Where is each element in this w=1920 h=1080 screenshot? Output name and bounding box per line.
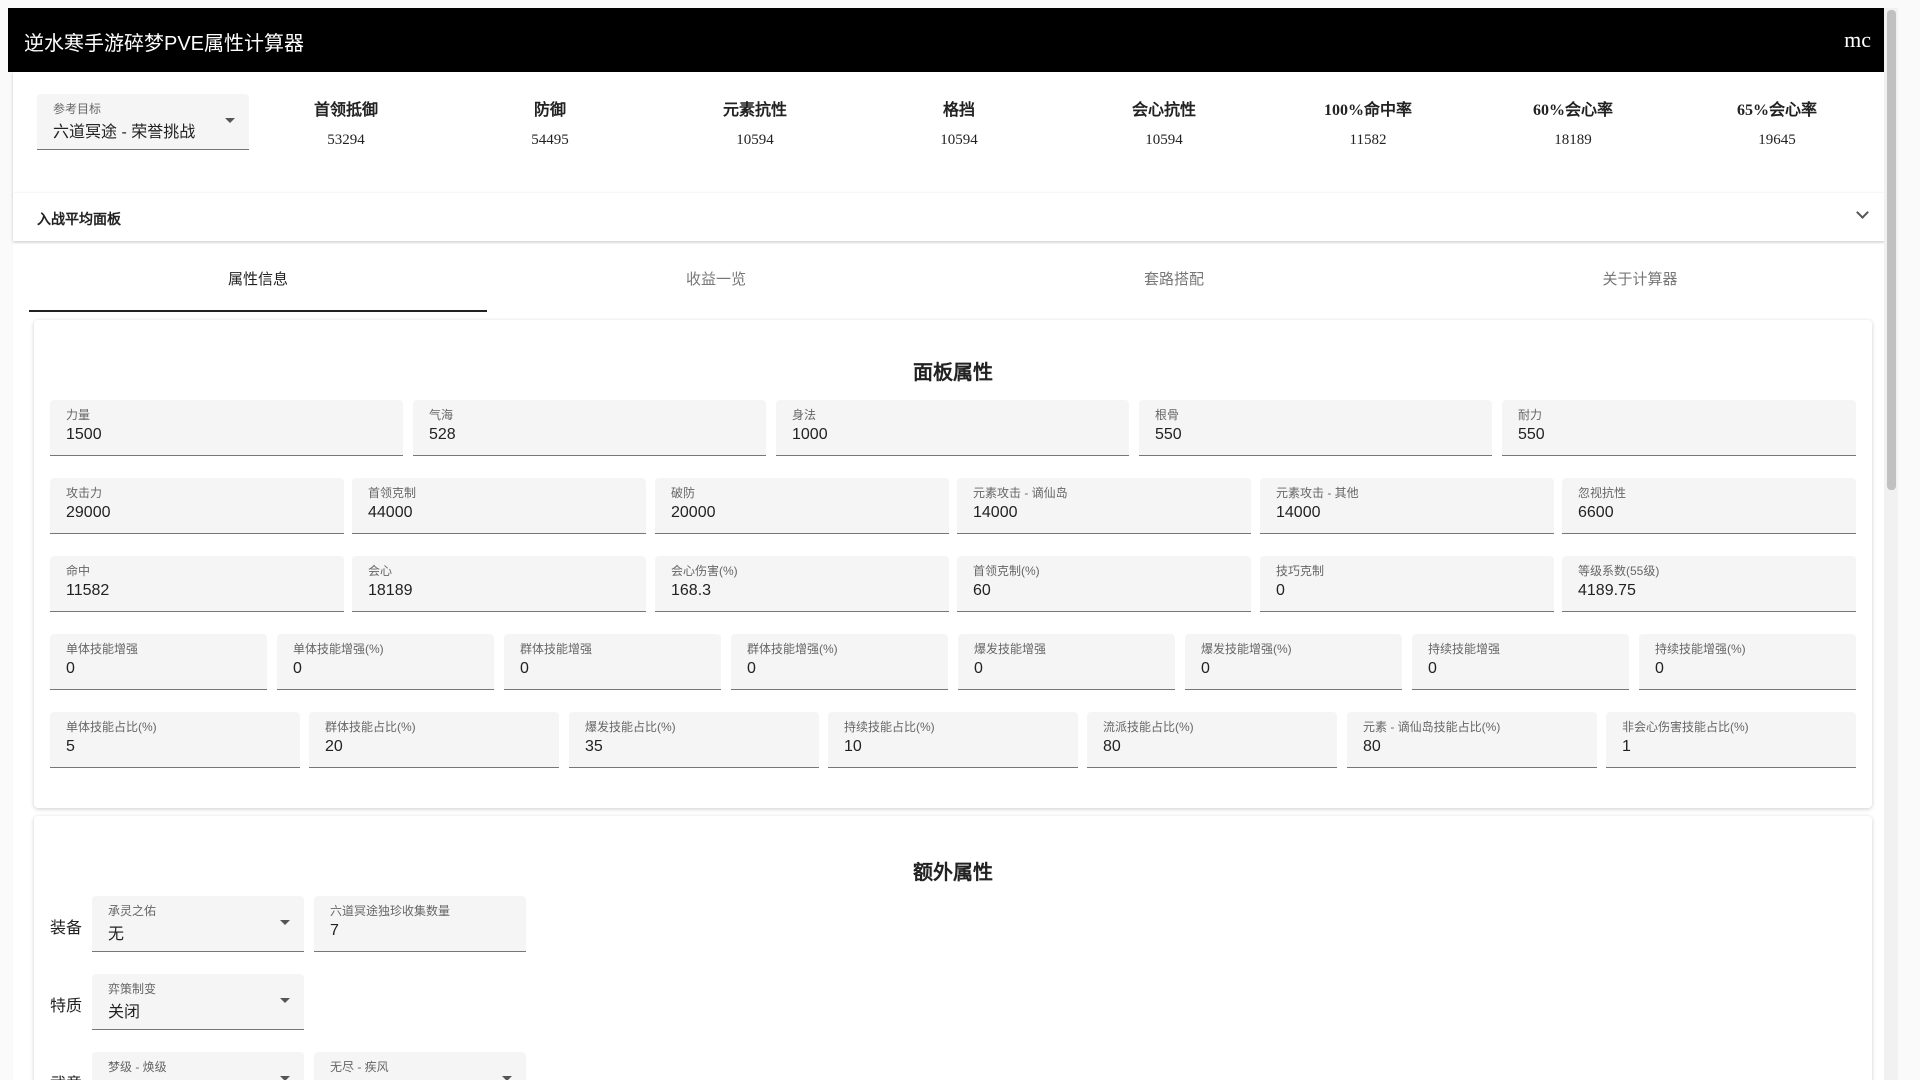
single-skill-boost-field[interactable]: 单体技能增强 0 — [50, 634, 267, 690]
stat-name: 65%会心率 — [1736, 102, 1817, 119]
endurance-field[interactable]: 耐力 550 — [1502, 400, 1856, 456]
agility-field[interactable]: 身法 1000 — [776, 400, 1129, 456]
target-stat-element-resist: 元素抗性 10594 — [655, 96, 855, 149]
stat-name: 会心抗性 — [1131, 102, 1196, 119]
accordion-label: 入战平均面板 — [37, 211, 121, 227]
aoe-skill-boost-pct-field[interactable]: 群体技能增强(%) 0 — [731, 634, 948, 690]
dot-skill-boost-field[interactable]: 持续技能增强 0 — [1412, 634, 1629, 690]
stat-name: 防御 — [533, 102, 566, 119]
level-coefficient-field[interactable]: 等级系数(55级) 4189.75 — [1562, 556, 1856, 612]
page: 逆水寒手游碎梦PVE属性计算器 mc 参考目标 六道冥途 - 荣誉挑战 首领抵御… — [8, 8, 1898, 1080]
constitution-field[interactable]: 根骨 550 — [1139, 400, 1492, 456]
dropdown-arrow-icon — [225, 118, 235, 123]
dropdown-arrow-icon — [280, 920, 290, 925]
qihai-field[interactable]: 气海 528 — [413, 400, 766, 456]
target-stat-crit-60: 60%会心率 18189 — [1473, 96, 1673, 149]
single-skill-ratio-field[interactable]: 单体技能占比(%) 5 — [50, 712, 300, 768]
extra-attributes-card: 额外属性 装备 承灵之佑 无 六道冥途独珍收集数量 7 特质 弈策制变 关闭 武… — [34, 816, 1872, 1080]
chevron-down-icon — [1856, 206, 1869, 219]
element-attack-zhexian-field[interactable]: 元素攻击 - 谪仙岛 14000 — [957, 478, 1251, 534]
panel-row-base: 力量 1500 气海 528 身法 1000 根骨 550 耐力 550 — [50, 400, 1856, 456]
tab-bar: 属性信息 收益一览 套路搭配 关于计算器 — [29, 260, 1877, 312]
burst-skill-ratio-field[interactable]: 爆发技能占比(%) 35 — [569, 712, 819, 768]
stat-value: 10594 — [1145, 132, 1183, 148]
dropdown-arrow-icon — [280, 998, 290, 1003]
stat-name: 60%会心率 — [1532, 102, 1613, 119]
target-stat-block: 格挡 10594 — [859, 96, 1059, 149]
mengji-select[interactable]: 梦级 - 焕级 无 — [92, 1052, 304, 1080]
target-stat-crit-65: 65%会心率 19645 — [1677, 96, 1877, 149]
stat-value: 54495 — [531, 132, 569, 148]
extra-attributes-title: 额外属性 — [913, 862, 993, 884]
burst-skill-boost-pct-field[interactable]: 爆发技能增强(%) 0 — [1185, 634, 1402, 690]
panel-attributes-title: 面板属性 — [913, 362, 993, 384]
combat-average-panel-accordion[interactable]: 入战平均面板 — [13, 193, 1893, 241]
panel-row-crit: 命中 11582 会心 18189 会心伤害(%) 168.3 首领克制(%) 60 技… — [50, 556, 1856, 612]
target-stat-boss-resist: 首领抵御 53294 — [246, 96, 446, 149]
app-title: 逆水寒手游碎梦PVE属性计算器 — [24, 33, 305, 55]
tab-attributes[interactable]: 属性信息 — [29, 260, 487, 312]
panel-row-skill-boost: 单体技能增强 0 单体技能增强(%) 0 群体技能增强 0 群体技能增强(%) 0 爆发… — [50, 634, 1856, 690]
crit-field[interactable]: 会心 18189 — [352, 556, 646, 612]
target-summary-bar: 参考目标 六道冥途 - 荣誉挑战 首领抵御 53294 防御 54495 元素抗… — [13, 72, 1893, 194]
skill-counter-field[interactable]: 技巧克制 0 — [1260, 556, 1554, 612]
burst-skill-boost-field[interactable]: 爆发技能增强 0 — [958, 634, 1175, 690]
chengling-select[interactable]: 承灵之佑 无 — [92, 896, 304, 952]
yice-select[interactable]: 弈策制变 关闭 — [92, 974, 304, 1030]
crit-damage-field[interactable]: 会心伤害(%) 168.3 — [655, 556, 949, 612]
hit-field[interactable]: 命中 11582 — [50, 556, 344, 612]
attack-field[interactable]: 攻击力 29000 — [50, 478, 344, 534]
target-select[interactable]: 参考目标 六道冥途 - 荣誉挑战 — [37, 94, 249, 150]
stat-name: 元素抗性 — [722, 102, 787, 119]
wujin-select[interactable]: 无尽 - 疾风 无 — [314, 1052, 526, 1080]
panel-attributes-card: 面板属性 力量 1500 气海 528 身法 1000 根骨 550 耐力 550 攻击力… — [34, 320, 1872, 808]
armor-break-field[interactable]: 破防 20000 — [655, 478, 949, 534]
stat-value: 19645 — [1758, 132, 1796, 148]
app-menu-button[interactable]: mc — [1844, 27, 1871, 53]
weapon-row-label: 武意 — [50, 1070, 82, 1080]
single-skill-boost-pct-field[interactable]: 单体技能增强(%) 0 — [277, 634, 494, 690]
school-skill-ratio-field[interactable]: 流派技能占比(%) 80 — [1087, 712, 1337, 768]
element-zhexian-skill-ratio-field[interactable]: 元素 - 谪仙岛技能占比(%) 80 — [1347, 712, 1597, 768]
collection-count-field[interactable]: 六道冥途独珍收集数量 7 — [314, 896, 526, 952]
stat-name: 格挡 — [942, 102, 975, 119]
dot-skill-ratio-field[interactable]: 持续技能占比(%) 10 — [828, 712, 1078, 768]
non-crit-skill-ratio-field[interactable]: 非会心伤害技能占比(%) 1 — [1606, 712, 1856, 768]
app-bar: 逆水寒手游碎梦PVE属性计算器 mc — [8, 8, 1898, 72]
target-stat-crit-resist: 会心抗性 10594 — [1064, 96, 1264, 149]
scrollbar[interactable] — [1884, 8, 1898, 1080]
equip-row-label: 装备 — [50, 920, 83, 937]
dropdown-arrow-icon — [280, 1076, 290, 1080]
stat-value: 10594 — [940, 132, 978, 148]
target-stat-hit-100: 100%命中率 11582 — [1268, 96, 1468, 149]
stat-value: 18189 — [1554, 132, 1592, 148]
target-stat-defense: 防御 54495 — [450, 96, 650, 149]
trait-row-label: 特质 — [50, 998, 83, 1015]
dot-skill-boost-pct-field[interactable]: 持续技能增强(%) 0 — [1639, 634, 1856, 690]
boss-counter-pct-field[interactable]: 首领克制(%) 60 — [957, 556, 1251, 612]
target-select-label: 参考目标 — [53, 102, 102, 116]
main-content: 属性信息 收益一览 套路搭配 关于计算器 面板属性 力量 1500 气海 528 身… — [13, 244, 1893, 1080]
stat-name: 100%命中率 — [1323, 102, 1412, 119]
element-attack-other-field[interactable]: 元素攻击 - 其他 14000 — [1260, 478, 1554, 534]
tab-gains[interactable]: 收益一览 — [487, 260, 945, 312]
panel-row-skill-ratio: 单体技能占比(%) 5 群体技能占比(%) 20 爆发技能占比(%) 35 持续技能占… — [50, 712, 1856, 768]
target-select-value: 六道冥途 - 荣誉挑战 — [53, 124, 196, 141]
ignore-resist-field[interactable]: 忽视抗性 6600 — [1562, 478, 1856, 534]
stat-value: 11582 — [1349, 132, 1387, 148]
boss-counter-field[interactable]: 首领克制 44000 — [352, 478, 646, 534]
dropdown-arrow-icon — [502, 1076, 512, 1080]
aoe-skill-ratio-field[interactable]: 群体技能占比(%) 20 — [309, 712, 559, 768]
tab-about[interactable]: 关于计算器 — [1403, 260, 1877, 312]
stat-name: 首领抵御 — [313, 102, 378, 119]
strength-field[interactable]: 力量 1500 — [50, 400, 403, 456]
stat-value: 53294 — [327, 132, 365, 148]
aoe-skill-boost-field[interactable]: 群体技能增强 0 — [504, 634, 721, 690]
scrollbar-thumb[interactable] — [1887, 10, 1896, 490]
stat-value: 10594 — [736, 132, 774, 148]
panel-row-attack: 攻击力 29000 首领克制 44000 破防 20000 元素攻击 - 谪仙岛 140… — [50, 478, 1856, 534]
tab-builds[interactable]: 套路搭配 — [945, 260, 1403, 312]
